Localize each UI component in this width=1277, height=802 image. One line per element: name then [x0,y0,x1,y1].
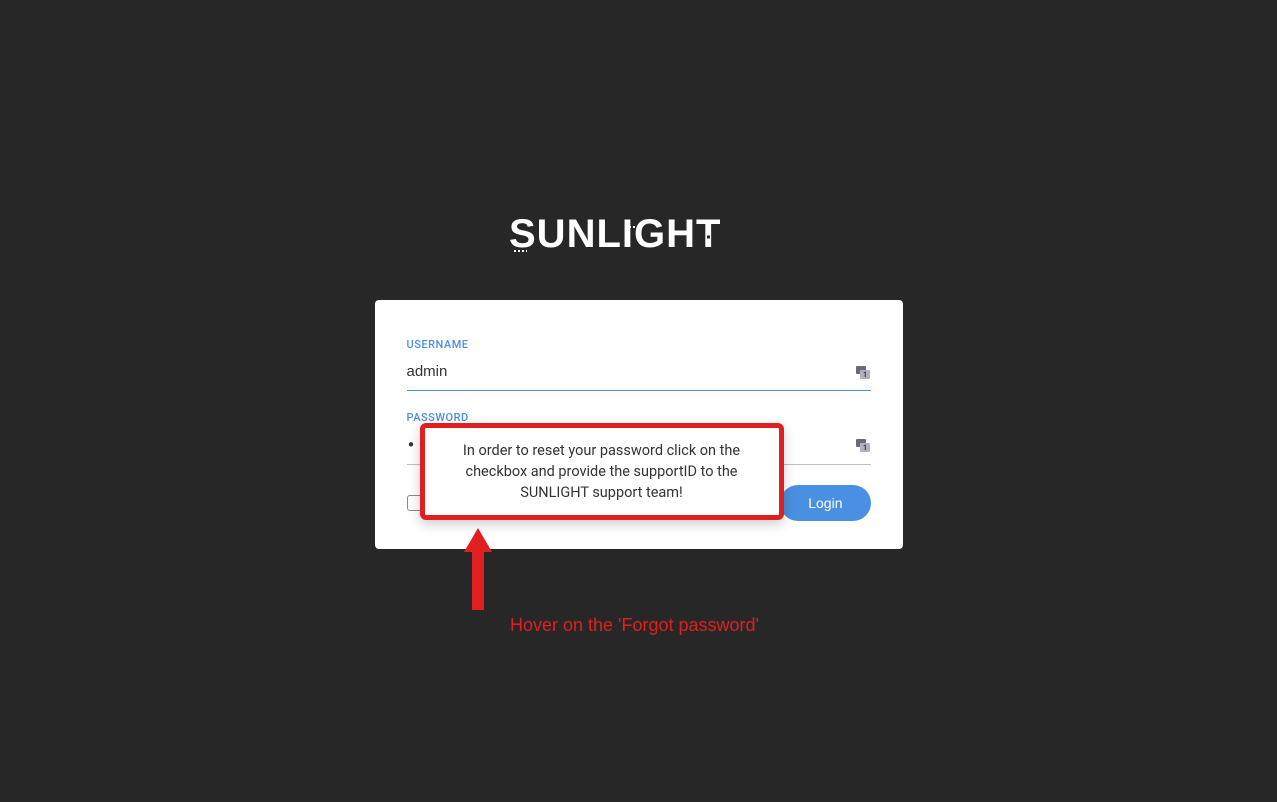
login-button[interactable]: Login [780,485,870,521]
arrow-annotation-icon [464,528,492,610]
annotation-text: Hover on the 'Forgot password' [510,615,759,636]
brand-logo: SUNLIGHT [509,215,769,255]
credential-manager-icon[interactable]: 1 [855,437,871,453]
login-card: USERNAME 1 PASSWORD [375,300,903,549]
svg-text:SUNLIGHT: SUNLIGHT [509,215,721,255]
tooltip-text: In order to reset your password click on… [463,442,740,501]
username-label: USERNAME [407,338,871,351]
forgot-password-tooltip: In order to reset your password click on… [420,423,784,520]
username-field-group: USERNAME 1 [407,338,871,391]
svg-text:1: 1 [862,444,866,452]
svg-text:1: 1 [862,371,866,379]
username-input[interactable] [407,359,855,384]
credential-manager-icon[interactable]: 1 [855,364,871,380]
